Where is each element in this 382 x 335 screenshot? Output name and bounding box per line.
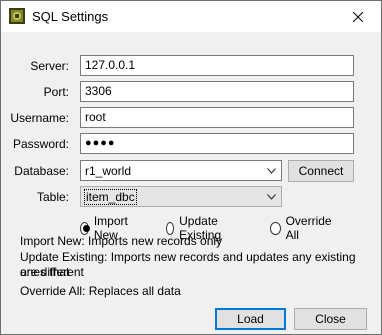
table-value: item_dbc [84, 189, 137, 205]
server-label: Server: [30, 59, 69, 73]
close-button[interactable]: Close [294, 308, 367, 330]
password-input[interactable]: ●●●● [80, 133, 354, 154]
window-title: SQL Settings [32, 9, 109, 24]
info-override-all: Override All: Replaces all data [20, 284, 181, 298]
radio-indicator [80, 221, 90, 235]
database-select[interactable]: r1_world [80, 160, 282, 181]
server-input[interactable]: 127.0.0.1 [80, 55, 354, 76]
table-select[interactable]: item_dbc [80, 186, 282, 207]
close-icon [353, 11, 363, 22]
info-update-existing-line2: are different [20, 265, 84, 279]
port-input[interactable]: 3306 [80, 81, 354, 102]
app-icon [9, 8, 25, 24]
sql-settings-dialog: SQL Settings Server: 127.0.0.1 Port: 330… [0, 0, 382, 335]
database-value: r1_world [85, 164, 132, 178]
username-input[interactable]: root [80, 107, 354, 128]
port-label: Port: [43, 85, 69, 99]
connect-button[interactable]: Connect [288, 160, 354, 182]
radio-override-all[interactable]: Override All [270, 214, 334, 242]
load-button[interactable]: Load [215, 308, 286, 330]
table-label: Table: [36, 190, 69, 204]
title-bar: SQL Settings [1, 1, 381, 32]
database-label: Database: [14, 164, 69, 178]
radio-indicator [166, 221, 175, 235]
password-label: Password: [12, 137, 69, 151]
chevron-down-icon [267, 194, 276, 200]
radio-override-all-label: Override All [285, 214, 332, 242]
username-label: Username: [10, 111, 69, 125]
radio-indicator [270, 221, 281, 235]
info-import-new: Import New: Imports new records only [20, 234, 223, 248]
close-window-button[interactable] [335, 1, 381, 32]
chevron-down-icon [267, 168, 276, 174]
